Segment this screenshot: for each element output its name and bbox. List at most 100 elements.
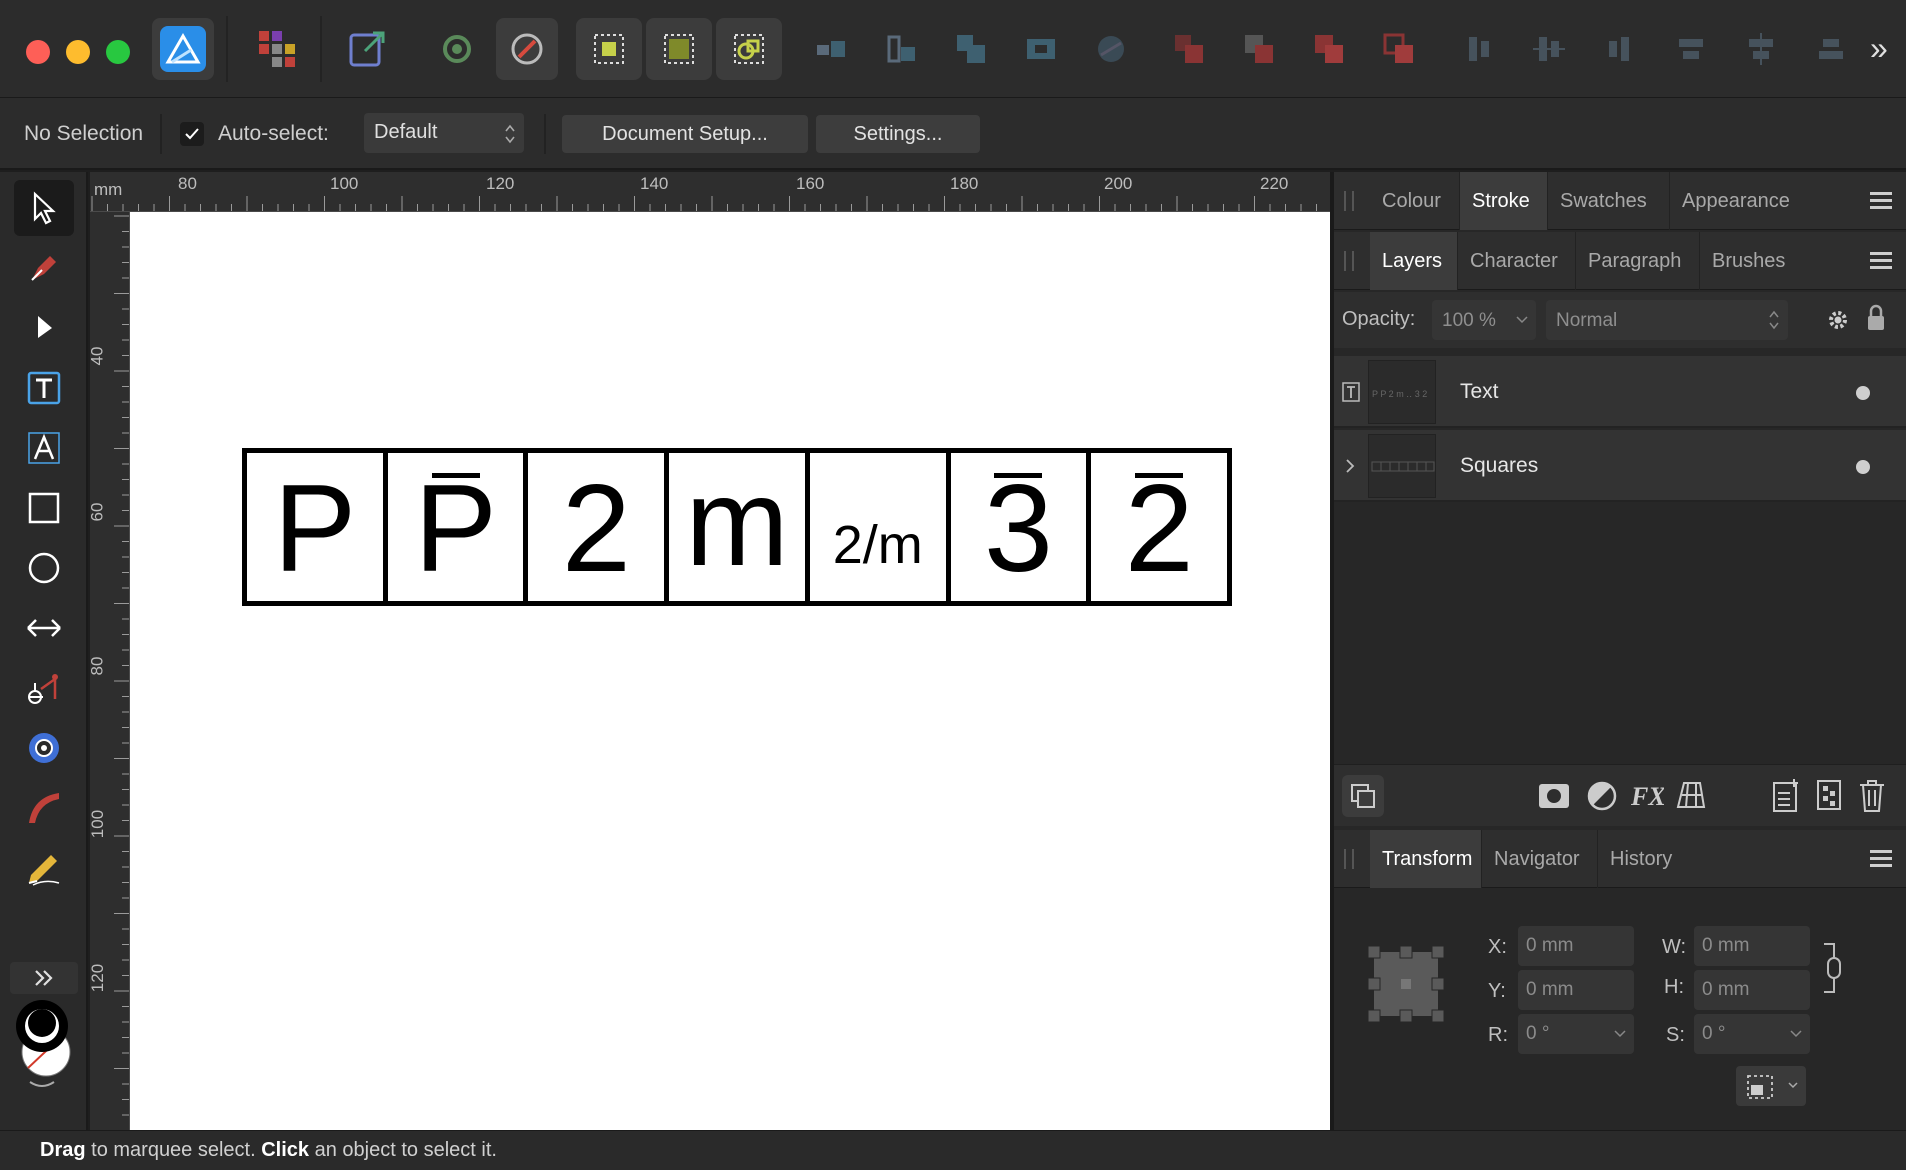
intersect-boolean-icon[interactable] [1298,18,1360,80]
tab-colour[interactable]: Colour [1370,172,1460,230]
fill-tool[interactable] [14,720,74,776]
flip-icon[interactable] [1080,18,1142,80]
align-bottom-icon[interactable] [1800,18,1862,80]
pencil-tool[interactable] [14,840,74,896]
subtract-boolean-icon[interactable] [1228,18,1290,80]
symbol-square[interactable]: 2 [528,453,670,601]
rectangle-tool[interactable] [14,480,74,536]
symbol-text[interactable]: 2 [1125,467,1194,591]
tab-layers[interactable]: Layers [1370,232,1458,290]
symbol-square[interactable]: P [388,453,529,601]
link-proportions-icon[interactable] [1820,940,1844,996]
x-field[interactable]: 0 mm [1518,926,1634,966]
tab-navigator[interactable]: Navigator [1482,830,1598,888]
node-tool[interactable] [14,300,74,356]
move-to-front-icon[interactable] [1010,18,1072,80]
fx-icon[interactable]: FX [1630,779,1664,811]
align-center-icon[interactable] [1518,18,1580,80]
select-all-button[interactable] [576,18,642,80]
symbol-square[interactable]: P [247,453,388,601]
h-field[interactable]: 0 mm [1694,970,1810,1010]
panel-menu-icon[interactable] [1870,850,1892,868]
symbol-square[interactable]: m [669,453,810,601]
designer-persona-button[interactable] [152,18,214,80]
layer-row-squares[interactable]: Squares [1334,430,1906,502]
pixel-persona-button[interactable] [246,18,308,80]
autoselect-checkbox[interactable] [180,122,204,146]
add-pixel-icon[interactable] [1816,779,1842,811]
vertical-ruler[interactable]: 40 60 80 100 120 [90,212,130,1130]
symbol-square[interactable]: 2/m [810,453,951,601]
mask-icon[interactable] [1538,781,1570,811]
symbol-text[interactable]: 3 [984,467,1053,591]
expand-chevron-icon[interactable] [1344,458,1356,474]
artistic-text-tool[interactable] [14,420,74,476]
gear-icon[interactable] [1826,308,1850,332]
lock-icon[interactable] [1866,304,1886,332]
mesh-warp-icon[interactable] [1674,779,1708,811]
align-top-icon[interactable] [1660,18,1722,80]
document-canvas[interactable]: P P 2 m 2/m 3 2 [130,212,1330,1130]
tab-character[interactable]: Character [1458,232,1576,290]
colour-wells[interactable] [12,996,76,1092]
toolbar-overflow-button[interactable]: » [1870,30,1888,67]
symbol-text[interactable]: 2/m [833,518,923,572]
arrange-layers-button[interactable] [1342,775,1384,817]
tab-history[interactable]: History [1598,830,1688,888]
symbol-text[interactable]: P [274,467,357,591]
export-persona-button[interactable] [336,18,398,80]
symbol-text[interactable]: 2 [562,467,631,591]
y-field[interactable]: 0 mm [1518,970,1634,1010]
zoom-window-button[interactable] [106,40,130,64]
document-setup-button[interactable]: Document Setup... [562,115,808,153]
align-left-icon[interactable] [1448,18,1510,80]
pen-tool[interactable] [14,240,74,296]
add-boolean-icon[interactable] [1158,18,1220,80]
more-tools-button[interactable] [10,962,78,994]
visibility-dot-icon[interactable] [1856,460,1870,474]
tab-swatches[interactable]: Swatches [1548,172,1670,230]
transform-origin-button[interactable] [1736,1066,1806,1106]
tab-paragraph[interactable]: Paragraph [1576,232,1700,290]
vector-crop-tool[interactable] [14,660,74,716]
layer-row-text[interactable]: P P 2 m ‥ 3 2 Text [1334,356,1906,428]
brush-tool[interactable] [14,780,74,836]
trash-icon[interactable] [1858,779,1886,813]
geometry-button[interactable] [496,18,558,80]
panel-menu-icon[interactable] [1870,252,1892,270]
close-window-button[interactable] [26,40,50,64]
horizontal-ruler[interactable]: mm 80 100 120 140 160 180 200 220 [90,172,1330,212]
panel-menu-icon[interactable] [1870,192,1892,210]
panel-grip-icon[interactable] [1344,849,1354,869]
panel-grip-icon[interactable] [1344,191,1354,211]
tab-appearance[interactable]: Appearance [1670,172,1800,230]
tab-transform[interactable]: Transform [1370,830,1482,888]
blend-mode-select[interactable]: Normal [1546,300,1788,340]
tab-brushes[interactable]: Brushes [1700,232,1800,290]
visibility-dot-icon[interactable] [1856,386,1870,400]
snapping-button[interactable] [426,18,488,80]
panel-grip-icon[interactable] [1344,251,1354,271]
squares-group[interactable]: P P 2 m 2/m 3 2 [242,448,1232,606]
select-none-button[interactable] [646,18,712,80]
autoselect-mode-select[interactable]: Default [364,113,524,153]
move-back-icon[interactable] [870,18,932,80]
transparency-tool[interactable] [14,600,74,656]
minimize-window-button[interactable] [66,40,90,64]
tab-stroke[interactable]: Stroke [1460,172,1548,230]
align-middle-icon[interactable] [1730,18,1792,80]
settings-button[interactable]: Settings... [816,115,980,153]
adjustment-icon[interactable] [1586,780,1618,812]
symbol-text[interactable]: P [414,467,497,591]
divide-boolean-icon[interactable] [1368,18,1430,80]
move-tool[interactable] [14,180,74,236]
symbol-text[interactable]: m [685,461,788,585]
rotation-field[interactable]: 0 ° [1518,1014,1634,1054]
add-pixel-layer-icon[interactable] [1772,777,1802,813]
move-forward-icon[interactable] [940,18,1002,80]
opacity-field[interactable]: 100 % [1432,300,1536,340]
symbol-square[interactable]: 2 [1091,453,1227,601]
frame-text-tool[interactable] [14,360,74,416]
align-right-icon[interactable] [1588,18,1650,80]
w-field[interactable]: 0 mm [1694,926,1810,966]
